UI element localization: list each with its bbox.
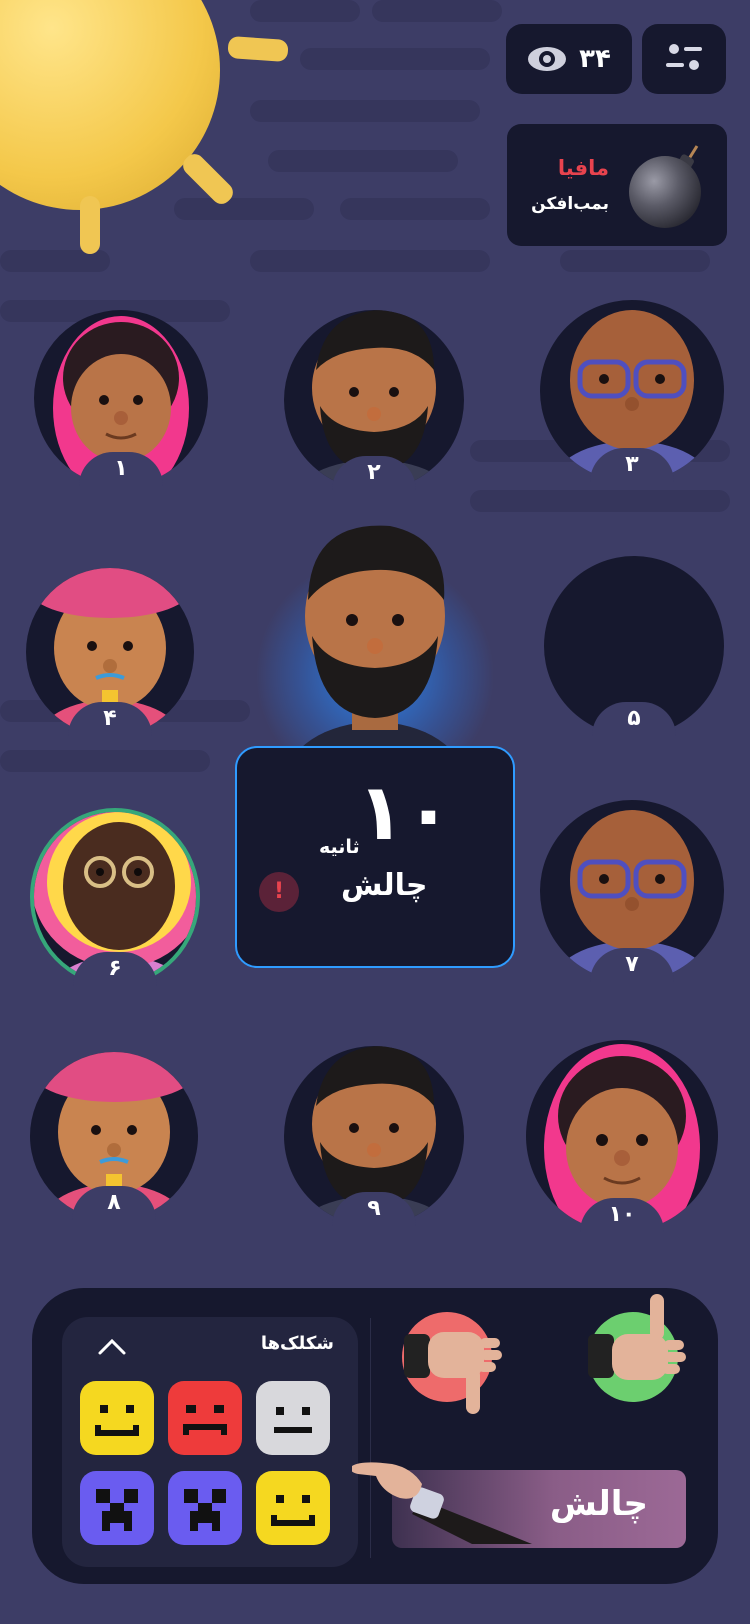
action-panel: شکلک‌ها: [32, 1288, 718, 1584]
player-seat-9[interactable]: ۹: [284, 1046, 464, 1226]
player-seat-4[interactable]: ۴: [26, 568, 194, 736]
role-card[interactable]: مافیا بمب‌افکن: [507, 124, 727, 246]
chevron-up-icon[interactable]: [92, 1331, 132, 1361]
emoji-panel: شکلک‌ها: [62, 1317, 358, 1567]
bomb-icon: [627, 142, 715, 230]
thumbs-up-icon[interactable]: [588, 1294, 686, 1402]
emoji-smile-yellow[interactable]: [80, 1381, 154, 1455]
player-seat-10[interactable]: ۱۰: [526, 1040, 718, 1232]
viewer-count: ۳۴: [579, 44, 611, 74]
emoji-panel-title: شکلک‌ها: [260, 1333, 334, 1354]
player-seat-6[interactable]: ۶: [30, 808, 200, 986]
viewer-count-badge[interactable]: ۳۴: [506, 24, 632, 94]
timer-unit: ثانیه: [319, 836, 360, 858]
player-seat-1[interactable]: ۱: [34, 310, 208, 486]
pointing-hand-icon: [352, 1462, 532, 1544]
emoji-smile-yellow[interactable]: [256, 1471, 330, 1545]
role-title: مافیا: [557, 156, 609, 180]
alert-icon[interactable]: !: [259, 872, 299, 912]
sliders-icon: [666, 41, 702, 77]
role-subtitle: بمب‌افکن: [531, 194, 609, 214]
settings-button[interactable]: [642, 24, 726, 94]
player-seat-7[interactable]: ۷: [540, 800, 724, 982]
challenge-button-label: چالش: [549, 1484, 648, 1524]
emoji-creeper-blue[interactable]: [80, 1471, 154, 1545]
player-seat-5[interactable]: ۵: [544, 556, 724, 736]
active-speaker-avatar: [285, 520, 465, 842]
challenge-button[interactable]: چالش: [352, 1462, 686, 1548]
player-seat-3[interactable]: ۳: [540, 300, 724, 482]
thumbs-down-icon[interactable]: [402, 1312, 502, 1414]
player-seat-8[interactable]: ۸: [30, 1052, 198, 1220]
eye-icon: [527, 45, 567, 73]
emoji-angry-red[interactable]: [168, 1381, 242, 1455]
turn-timer-card: ۱۰ ثانیه ! چالش: [235, 746, 515, 968]
emoji-creeper-blue[interactable]: [168, 1471, 242, 1545]
player-seat-2[interactable]: ۲: [284, 310, 464, 490]
timer-label: چالش: [341, 868, 428, 903]
timer-seconds: ۱۰: [357, 768, 453, 858]
emoji-neutral-gray[interactable]: [256, 1381, 330, 1455]
